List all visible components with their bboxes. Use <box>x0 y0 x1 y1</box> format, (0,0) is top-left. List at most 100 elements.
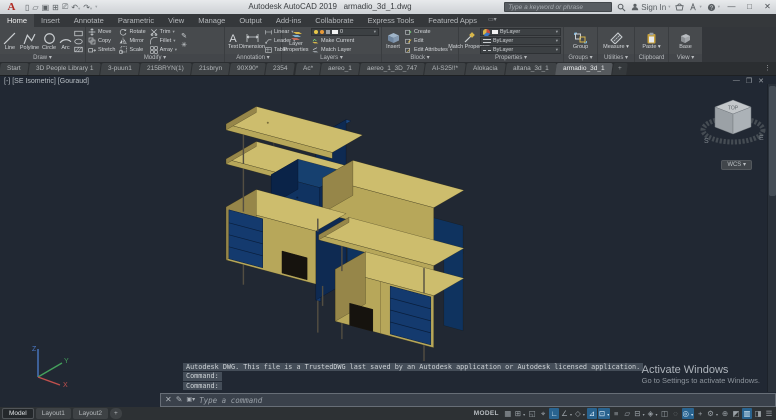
panel-layers-label[interactable]: Layers ▾ <box>282 54 381 62</box>
status-toggle-polar-tracking[interactable]: ∠ ▾ <box>560 408 573 419</box>
tab-model[interactable]: Model <box>2 408 34 419</box>
new-file-icon[interactable]: ▯ <box>25 3 29 12</box>
model-space-indicator[interactable]: MODEL <box>474 410 499 417</box>
status-toggle-annotation-visibility[interactable]: ◌ <box>671 408 681 419</box>
rotate-button[interactable]: Rotate <box>119 28 146 36</box>
status-toggle-transparency[interactable]: ▱ <box>622 408 632 419</box>
drawing-restore-icon[interactable]: ❐ <box>746 77 752 85</box>
ribbon-tab-output[interactable]: Output <box>232 14 269 27</box>
tab-layout1[interactable]: Layout1 <box>35 408 71 419</box>
status-toggle-annotation-monitor[interactable]: ⊕ <box>720 408 730 419</box>
command-bar[interactable]: ✕ ✎ ▣▾ <box>160 393 776 407</box>
edit-attributes-button[interactable]: Edit Attributes ▾ <box>405 46 452 54</box>
status-toggle-clean-screen[interactable]: ◨ <box>753 408 763 419</box>
stretch-button[interactable]: Stretch <box>88 46 115 54</box>
file-tab-ac-[interactable]: Ac* <box>294 63 321 75</box>
create-block-button[interactable]: Create <box>405 28 452 36</box>
panel-clipboard-label[interactable]: Clipboard <box>635 54 668 62</box>
measure-button[interactable]: Measure ▾ <box>603 32 629 50</box>
ribbon-tab-view[interactable]: View <box>161 14 191 27</box>
status-toggle-infer-constraints[interactable]: ◱ <box>527 408 537 419</box>
autocad-logo-icon[interactable]: A <box>4 1 19 13</box>
redo-icon[interactable]: ↷▾ <box>83 3 92 12</box>
status-toggle-isolate-objects[interactable]: ◩ <box>731 408 741 419</box>
status-toggle-grid-display[interactable]: ▦ <box>503 408 513 419</box>
status-toggle-dynamic-input[interactable]: ⌖ <box>538 408 548 419</box>
status-toggle-autoscale[interactable]: ◎ ▾ <box>681 408 695 419</box>
app-store-icon[interactable] <box>675 3 685 11</box>
wcs-dropdown[interactable]: WCS ▾ <box>721 160 752 170</box>
sign-in-button[interactable]: Sign In ▾ <box>631 3 670 12</box>
ribbon-tab-express-tools[interactable]: Express Tools <box>361 14 422 27</box>
panel-properties-label[interactable]: Properties ▾ <box>459 54 563 62</box>
file-tab-aereo-1-3d-747[interactable]: aereo_1_3D_747 <box>358 63 425 75</box>
edit-block-button[interactable]: Edit <box>405 37 452 45</box>
dimension-button[interactable]: Dimension <box>239 32 265 50</box>
autodesk-account-icon[interactable]: ▾ <box>689 3 702 11</box>
new-drawing-tab-button[interactable]: + <box>612 63 628 75</box>
3d-wardrobe-model[interactable] <box>0 76 776 407</box>
file-tab-3-puun1[interactable]: 3-puun1 <box>100 63 140 75</box>
tab-layout2[interactable]: Layout2 <box>72 408 108 419</box>
save-as-icon[interactable]: ⊞ <box>52 3 59 12</box>
qat-customize-icon[interactable]: ▾ <box>95 4 97 10</box>
file-tab-215bryn-1-[interactable]: 215BRYN(1) <box>139 63 192 75</box>
status-toggle-object-snap[interactable]: ⊡ ▾ <box>597 408 611 419</box>
circle-button[interactable]: Circle <box>41 32 57 51</box>
rectangle-icon[interactable] <box>74 30 83 37</box>
copy-button[interactable]: Copy <box>88 37 115 45</box>
panel-groups-label[interactable]: Groups ▾ <box>564 54 597 62</box>
text-button[interactable]: A Text <box>227 32 239 50</box>
status-toggle-ortho-mode[interactable]: ∟ <box>549 408 560 419</box>
ribbon-tab-featured-apps[interactable]: Featured Apps <box>421 14 484 27</box>
file-tab-armadio-3d-1[interactable]: armadio_3d_1 <box>555 63 613 75</box>
file-tab-aereo-1[interactable]: aereo_1 <box>319 63 360 75</box>
scale-button[interactable]: Scale <box>119 46 145 54</box>
drawing-area[interactable]: [-] [SE Isometric] [Gouraud] — ❐ ✕ S E T… <box>0 76 776 407</box>
match-layer-button[interactable]: Match Layer <box>311 46 379 54</box>
ribbon-tab-home[interactable]: Home <box>0 14 35 27</box>
linetype-dropdown[interactable]: ByLayer ▾ <box>480 46 561 54</box>
ribbon-tab-add-ins[interactable]: Add-ins <box>269 14 308 27</box>
insert-block-button[interactable]: Insert <box>384 32 402 50</box>
move-button[interactable]: Move <box>88 28 115 36</box>
file-tab-ai-s25-[interactable]: AI-S25!!* <box>424 63 466 75</box>
close-button[interactable]: ✕ <box>761 1 774 13</box>
trim-button[interactable]: Trim ▾ <box>150 28 177 36</box>
file-tab-alokacia[interactable]: Alokacia <box>465 63 506 75</box>
plot-icon[interactable]: ⎚ <box>62 2 68 12</box>
command-input[interactable] <box>199 395 771 405</box>
make-current-button[interactable]: Make Current <box>311 37 379 45</box>
viewcube[interactable]: S E TOP <box>698 88 768 160</box>
drawing-minimize-icon[interactable]: — <box>733 77 740 85</box>
panel-annotation-label[interactable]: Annotation ▾ <box>225 54 281 62</box>
file-tab-altana-3d-1[interactable]: altana_3d_1 <box>504 63 557 75</box>
viewport-menu-control[interactable]: [-] <box>4 78 10 85</box>
ellipse-icon[interactable] <box>74 38 83 45</box>
file-tab-21sbryn[interactable]: 21sbryn <box>190 63 230 75</box>
search-icon[interactable] <box>617 3 626 12</box>
scrollbar-thumb[interactable] <box>769 86 776 196</box>
panel-utilities-label[interactable]: Utilities ▾ <box>598 54 634 62</box>
status-toggle-dynamic-ucs[interactable]: ◫ <box>660 408 670 419</box>
fillet-button[interactable]: Fillet ▾ <box>149 37 177 45</box>
ribbon-tab-insert[interactable]: Insert <box>34 14 67 27</box>
erase-icon[interactable]: ✎ <box>181 33 187 40</box>
status-toggle-snap-mode[interactable]: ⊞ ▾ <box>514 408 526 419</box>
line-button[interactable]: Line <box>2 32 18 51</box>
hatch-icon[interactable] <box>74 46 83 53</box>
view-control[interactable]: [SE Isometric] <box>12 78 56 85</box>
file-tab-overflow-menu[interactable]: ⋮ <box>759 62 776 75</box>
match-properties-button[interactable]: Match Properties <box>448 32 490 50</box>
status-toggle-annotation-scale[interactable]: + <box>695 408 705 419</box>
maximize-button[interactable]: □ <box>743 1 756 13</box>
search-input[interactable] <box>504 2 613 12</box>
ribbon-tab-parametric[interactable]: Parametric <box>111 14 161 27</box>
save-icon[interactable]: ▣ <box>42 3 50 12</box>
status-toggle-object-snap-tracking[interactable]: ⊿ <box>586 408 597 419</box>
status-toggle-3d-object-snap[interactable]: ◈ ▾ <box>647 408 659 419</box>
minimize-button[interactable]: — <box>725 1 738 13</box>
group-button[interactable]: Group <box>569 32 593 50</box>
panel-modify-label[interactable]: Modify ▾ <box>86 54 224 62</box>
drawing-close-icon[interactable]: ✕ <box>758 77 764 85</box>
